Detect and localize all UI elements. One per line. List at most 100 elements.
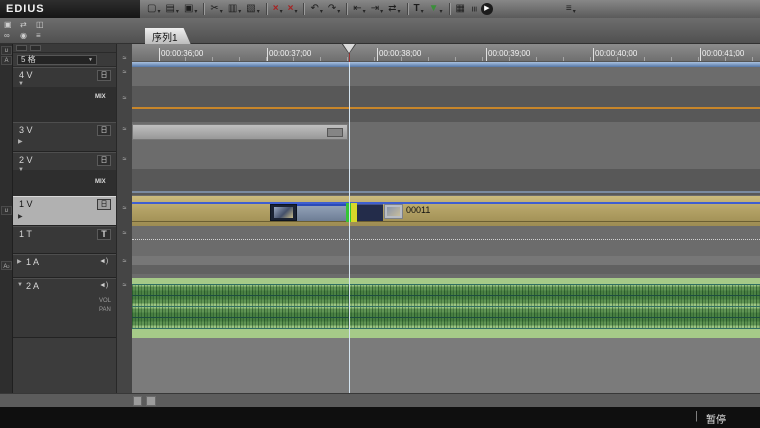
track-1t-type-button[interactable]: T: [97, 229, 111, 240]
chevron-down-icon[interactable]: ▼: [88, 56, 93, 64]
patch-icon[interactable]: ≈: [119, 95, 130, 102]
track-1v-type-button[interactable]: 日: [97, 199, 111, 210]
playhead-line[interactable]: [349, 62, 350, 393]
track-1a-expand-button[interactable]: ▶: [17, 258, 22, 265]
save-project-button[interactable]: ▣▾: [182, 1, 199, 17]
clip-thumbnail-2[interactable]: [384, 204, 403, 219]
track-2a-speaker-icon[interactable]: ◄): [99, 282, 108, 289]
track-4v-expand-button[interactable]: ▼: [18, 81, 24, 87]
track-2v-lane[interactable]: [132, 152, 760, 196]
track-4v-type-button[interactable]: 日: [97, 70, 111, 81]
track-header-2v[interactable]: 2 V 日 ▼ MIX: [13, 152, 116, 196]
track-1v-expand-button[interactable]: ▶: [18, 213, 23, 220]
dropdown-caret-icon[interactable]: ▾: [238, 8, 241, 15]
dropdown-caret-icon[interactable]: ▾: [280, 8, 283, 15]
patch-icon[interactable]: ≈: [119, 282, 130, 289]
track-3v-type-button[interactable]: 日: [97, 125, 111, 136]
keyframe-line[interactable]: [132, 191, 760, 193]
undo-button[interactable]: ↶▾: [308, 1, 324, 17]
patch-icon[interactable]: ≈: [119, 55, 130, 62]
trim-out-button[interactable]: ⇥▾: [369, 1, 385, 17]
dropdown-caret-icon[interactable]: ▾: [421, 8, 424, 15]
dropdown-caret-icon[interactable]: ▾: [176, 8, 179, 15]
new-sequence-button[interactable]: ▢▾: [145, 1, 162, 17]
patch-icon[interactable]: ≈: [119, 156, 130, 163]
dropdown-caret-icon[interactable]: ▾: [320, 8, 323, 15]
clip-body[interactable]: [297, 204, 346, 221]
sync-lock-all-icon[interactable]: ∪: [1, 46, 12, 55]
zoom-preset-select[interactable]: 5 格 ▼: [17, 55, 97, 65]
timecode-ruler[interactable]: 00:00:36;00 00:00:37;00 00:00:38;00 00:0…: [132, 44, 760, 62]
track-header-1a[interactable]: ▶ 1 A ◄): [13, 254, 116, 278]
dropdown-caret-icon[interactable]: ▾: [397, 8, 400, 15]
track-header-1v-selected[interactable]: 1 V 日 ▶: [13, 196, 116, 226]
audio-group-icon[interactable]: A2: [1, 261, 12, 270]
timeline-empty-area[interactable]: [132, 338, 760, 393]
patch-icon[interactable]: ≈: [119, 230, 130, 237]
track-1t-lane[interactable]: [132, 226, 760, 254]
track-1v-lane[interactable]: 00011: [132, 196, 760, 226]
patch-icon[interactable]: ≈: [119, 258, 130, 265]
track-header-1t[interactable]: 1 T T: [13, 226, 116, 254]
track-header-2a[interactable]: ▼ 2 A ◄) VOL PAN: [13, 278, 116, 338]
loop-icon[interactable]: ∞: [4, 31, 10, 40]
audio-mixer-button[interactable]: ≡: [468, 1, 478, 17]
track-2a-pan-button[interactable]: PAN: [99, 307, 111, 313]
patch-icon[interactable]: ≈: [119, 69, 130, 76]
scroll-left-button[interactable]: [133, 396, 142, 406]
delete-button[interactable]: ×▾: [286, 1, 300, 17]
dropdown-caret-icon[interactable]: ▾: [257, 8, 260, 15]
lock-icon[interactable]: A: [1, 56, 12, 65]
open-project-button[interactable]: ▤▾: [163, 1, 180, 17]
track-3v-lane[interactable]: [132, 122, 760, 152]
track-2v-expand-button[interactable]: ▼: [18, 167, 24, 173]
dropdown-caret-icon[interactable]: ▾: [440, 8, 443, 15]
track-2v-mix-button[interactable]: MIX: [95, 179, 106, 185]
header-toggle-icon[interactable]: [16, 45, 27, 51]
clip-3v[interactable]: [132, 124, 348, 140]
copy-button[interactable]: ▥▾: [226, 1, 243, 17]
track-3v-expand-button[interactable]: ▶: [18, 138, 23, 145]
track-1a-speaker-icon[interactable]: ◄): [99, 258, 108, 265]
patch-icon[interactable]: ≈: [119, 126, 130, 133]
dropdown-caret-icon[interactable]: ▾: [363, 8, 366, 15]
header-marker-icon[interactable]: [30, 45, 41, 51]
menu-button[interactable]: ≡▾: [564, 1, 578, 17]
track-2a-vol-button[interactable]: VOL: [99, 298, 111, 304]
dropdown-caret-icon[interactable]: ▾: [157, 8, 160, 15]
patch-icon[interactable]: ≈: [119, 205, 130, 212]
track-2a-expand-button[interactable]: ▼: [17, 282, 23, 288]
track-4v-lane[interactable]: [132, 67, 760, 122]
dropdown-caret-icon[interactable]: ▾: [194, 8, 197, 15]
redo-button[interactable]: ↷▾: [326, 1, 342, 17]
track-2a-lane[interactable]: [132, 278, 760, 338]
cut-button[interactable]: ✂▾: [208, 1, 224, 17]
title-button[interactable]: T▾: [412, 1, 426, 17]
horizontal-scrollbar[interactable]: [0, 393, 760, 407]
swap-icon[interactable]: ⇄: [20, 20, 27, 29]
opacity-rubber-band[interactable]: [132, 107, 760, 109]
export-button[interactable]: ▼▾: [427, 1, 445, 17]
dropdown-caret-icon[interactable]: ▾: [573, 8, 576, 15]
ripple-delete-button[interactable]: ×▾: [271, 1, 285, 17]
scroll-thumb[interactable]: [146, 396, 156, 406]
clip-thumbnail[interactable]: [270, 204, 297, 221]
tab-sequence-1[interactable]: 序列1: [145, 28, 191, 44]
clip-body-2[interactable]: [357, 204, 383, 221]
dual-view-icon[interactable]: ◫: [36, 20, 44, 29]
capture-icon[interactable]: ◉: [20, 31, 27, 40]
track-4v-mix-button[interactable]: MIX: [95, 94, 106, 100]
track-1a-lane[interactable]: [132, 254, 760, 278]
dropdown-caret-icon[interactable]: ▾: [380, 8, 383, 15]
trim-in-button[interactable]: ⇤▾: [351, 1, 367, 17]
paste-button[interactable]: ▧▾: [244, 1, 261, 17]
dropdown-caret-icon[interactable]: ▾: [220, 8, 223, 15]
insert-overwrite-button[interactable]: ⇄▾: [386, 1, 402, 17]
list-icon[interactable]: ≡: [36, 31, 41, 40]
track-header-3v[interactable]: 3 V 日 ▶: [13, 122, 116, 152]
monitor-icon[interactable]: ▣: [4, 20, 12, 29]
sync-lock-1v-icon[interactable]: ∪: [1, 206, 12, 215]
dropdown-caret-icon[interactable]: ▾: [294, 8, 297, 15]
dropdown-caret-icon[interactable]: ▾: [337, 8, 340, 15]
track-header-4v[interactable]: 4 V 日 ▼ MIX: [13, 67, 116, 122]
